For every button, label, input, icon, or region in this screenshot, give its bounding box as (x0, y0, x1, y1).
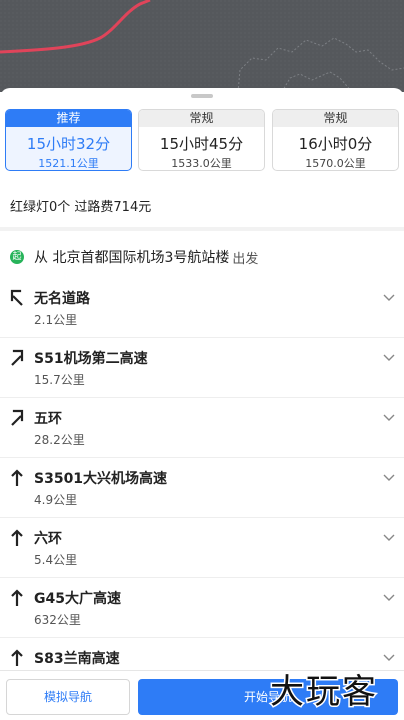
chevron-down-icon[interactable] (382, 650, 396, 664)
simulate-navigation-button[interactable]: 模拟导航 (6, 679, 130, 715)
turn-right-icon (11, 409, 24, 426)
route-option-3[interactable]: 常规 16小时0分 1570.0公里 (272, 109, 399, 171)
start-marker-icon: 起 (10, 250, 24, 264)
step-row[interactable]: 五环 28.2公里 (0, 398, 404, 458)
route-option-tag: 常规 (273, 110, 398, 127)
straight-icon (11, 529, 23, 546)
watermark-logo: 大玩客 (269, 671, 378, 714)
route-option-tag: 常规 (139, 110, 264, 127)
turn-right-icon (11, 349, 24, 366)
step-row[interactable]: S51机场第二高速 15.7公里 (0, 338, 404, 398)
straight-icon (11, 649, 23, 666)
straight-icon (11, 469, 23, 486)
start-point-text: 从 北京首都国际机场3号航站楼 (34, 250, 230, 266)
step-row[interactable]: G45大广高速 632公里 (0, 578, 404, 638)
step-road-name: S83兰南高速 (34, 651, 120, 667)
step-length: 4.9公里 (34, 493, 78, 507)
step-length: 28.2公里 (34, 433, 85, 447)
map-canvas (0, 0, 404, 92)
route-summary: 红绿灯0个 过路费714元 (10, 200, 152, 215)
step-row[interactable]: S3501大兴机场高速 4.9公里 (0, 458, 404, 518)
section-divider (0, 227, 404, 231)
step-road-name: S3501大兴机场高速 (34, 471, 168, 487)
drag-handle[interactable] (191, 94, 213, 98)
chevron-down-icon[interactable] (382, 350, 396, 364)
chevron-down-icon[interactable] (382, 470, 396, 484)
start-point-suffix: 出发 (232, 251, 259, 267)
step-length: 5.4公里 (34, 553, 78, 567)
step-length: 15.7公里 (34, 373, 85, 387)
step-length: 632公里 (34, 613, 81, 627)
step-row[interactable]: 无名道路 2.1公里 (0, 278, 404, 338)
step-road-name: G45大广高速 (34, 591, 121, 607)
chevron-down-icon[interactable] (382, 590, 396, 604)
route-sheet: 推荐 15小时32分 1521.1公里 常规 15小时45分 1533.0公里 … (0, 88, 404, 720)
step-road-name: S51机场第二高速 (34, 351, 148, 367)
turn-left-icon (10, 289, 23, 306)
route-option-recommended[interactable]: 推荐 15小时32分 1521.1公里 (5, 109, 132, 171)
route-option-distance: 1570.0公里 (305, 157, 366, 170)
chevron-down-icon[interactable] (382, 290, 396, 304)
route-options: 推荐 15小时32分 1521.1公里 常规 15小时45分 1533.0公里 … (5, 109, 399, 171)
route-option-time: 15小时32分 (26, 135, 111, 153)
step-road-name: 六环 (34, 531, 62, 547)
step-road-name: 五环 (34, 411, 62, 427)
step-road-name: 无名道路 (34, 291, 90, 307)
map-view[interactable] (0, 0, 404, 92)
route-option-distance: 1521.1公里 (38, 157, 99, 170)
route-option-time: 16小时0分 (298, 135, 373, 153)
step-length: 2.1公里 (34, 313, 78, 327)
route-option-2[interactable]: 常规 15小时45分 1533.0公里 (138, 109, 265, 171)
straight-icon (11, 589, 23, 606)
chevron-down-icon[interactable] (382, 530, 396, 544)
route-option-distance: 1533.0公里 (171, 157, 232, 170)
start-point-row: 起 从 北京首都国际机场3号航站楼 出发 (10, 248, 259, 267)
step-list: 无名道路 2.1公里 S51机场第二高速 15.7公里 五环 28.2公里 S3… (0, 278, 404, 698)
step-row[interactable]: 六环 5.4公里 (0, 518, 404, 578)
route-option-tag: 推荐 (6, 110, 131, 127)
chevron-down-icon[interactable] (382, 410, 396, 424)
route-option-time: 15小时45分 (159, 135, 244, 153)
